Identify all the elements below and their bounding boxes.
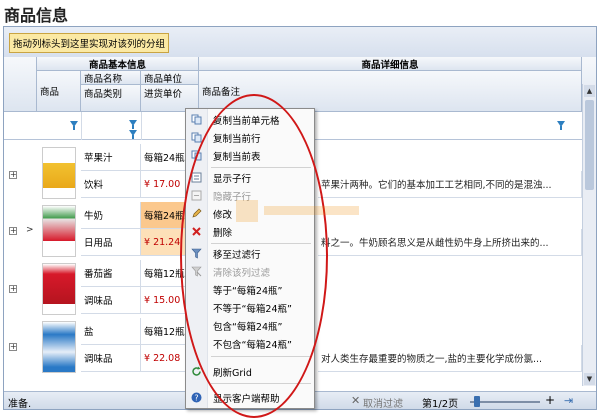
column-header-remark[interactable]: 商品备注 [199,71,582,112]
cell-category[interactable]: 调味品 [81,345,141,372]
menu-separator [211,383,311,384]
page-slider-thumb[interactable] [474,396,480,407]
delete-x-icon [192,227,201,236]
watermark-logo [236,200,359,222]
cell-name[interactable]: 牛奶 [81,202,141,229]
product-image [42,321,76,373]
scroll-up-icon[interactable]: ▲ [584,85,595,97]
product-image [42,205,76,257]
cell-remark[interactable]: 料之一。牛奶顾名思义是从雌性奶牛身上所挤出来的... [318,229,582,256]
row-selector-header [4,57,37,112]
column-header-unit[interactable]: 商品单位 [141,71,199,85]
svg-text:?: ? [194,393,198,402]
cell-name[interactable]: 番茄酱 [81,260,141,287]
menu-item-copy-row[interactable]: 复制当前行 [186,129,314,147]
row-expand-button[interactable]: + [9,343,17,351]
column-header-category[interactable]: 商品类别 [81,85,141,112]
vertical-scrollbar[interactable]: ▲ ▼ [582,84,596,386]
cell-name[interactable]: 盐 [81,318,141,345]
edit-pencil-icon [192,208,202,218]
menu-separator [211,243,311,244]
filter-icon[interactable] [129,130,137,139]
product-image [42,263,76,315]
cell-category[interactable]: 调味品 [81,287,141,314]
move-to-filter-icon [191,248,202,259]
menu-item-show-client-help[interactable]: ? 显示客户端帮助 [186,389,314,407]
clear-filter-icon [191,266,202,277]
menu-item-filter-contains[interactable]: 包含“每箱24瓶” [186,317,314,335]
cell-category[interactable]: 日用品 [81,229,141,256]
menu-item-filter-not-contains[interactable]: 不包含“每箱24瓶” [186,335,314,353]
copy-cell-icon [191,114,202,125]
page-slider-track[interactable] [470,401,540,403]
menu-item-move-to-filter[interactable]: 移至过滤行 [186,245,314,263]
row-expand-button[interactable]: + [9,227,17,235]
show-child-rows-icon [191,172,202,183]
page-title: 商品信息 [4,6,69,25]
group-by-hint: 拖动列标头到这里实现对该列的分组 [9,33,170,53]
cell-remark[interactable]: 苹果汁两种。它们的基本加工工艺相同,不同的是混浊... [318,171,582,198]
menu-item-filter-equals[interactable]: 等于“每箱24瓶” [186,281,314,299]
page-indicator: 第1/2页 [422,399,459,410]
row-expand-button[interactable]: + [9,285,17,293]
help-icon: ? [191,392,202,403]
menu-item-copy-table[interactable]: 复制当前表 [186,147,314,165]
scrollbar-thumb[interactable] [585,100,594,190]
next-page-icon[interactable]: + [545,393,555,407]
filter-icon[interactable] [70,121,78,130]
menu-separator [211,356,311,357]
menu-item-filter-not-equals[interactable]: 不等于“每箱24瓶” [186,299,314,317]
refresh-icon [192,366,201,376]
clear-filter-icon[interactable]: ✕ [351,394,360,407]
cell-category[interactable]: 饮料 [81,171,141,198]
filter-icon[interactable] [557,121,565,130]
status-text: 准备. [8,399,32,410]
menu-item-clear-column-filter[interactable]: 清除该列过滤 [186,263,314,281]
row-expand-button[interactable]: + [9,171,17,179]
copy-table-icon [191,150,202,161]
last-page-icon[interactable]: ⇥ [564,394,573,407]
menu-separator [211,167,311,168]
filter-icon[interactable] [129,120,137,129]
group-by-area[interactable]: 拖动列标头到这里实现对该列的分组 [4,27,596,57]
column-header-product[interactable]: 商品 [37,71,81,112]
cell-remark[interactable]: 对人类生存最重要的物质之一,盐的主要化学成份氯... [318,345,582,372]
product-image [42,147,76,199]
menu-item-show-child-rows[interactable]: 显示子行 [186,169,314,187]
copy-row-icon [191,132,202,143]
menu-item-copy-cell[interactable]: 复制当前单元格 [186,111,314,129]
band-header-detail[interactable]: 商品详细信息 [199,57,582,71]
band-header-basic[interactable]: 商品基本信息 [37,57,199,71]
current-row-indicator: > [26,225,34,235]
cell-name[interactable]: 苹果汁 [81,144,141,171]
clear-filter-button[interactable]: 取消过滤 [363,395,403,409]
column-header-name[interactable]: 商品名称 [81,71,141,85]
menu-item-refresh-grid[interactable]: 刷新Grid [186,363,314,381]
scroll-down-icon[interactable]: ▼ [584,373,595,385]
context-menu: 复制当前单元格 复制当前行 复制当前表 显示子行 隐藏子行 修改 删除 移至过滤… [185,108,315,409]
hide-child-rows-icon [191,190,202,201]
